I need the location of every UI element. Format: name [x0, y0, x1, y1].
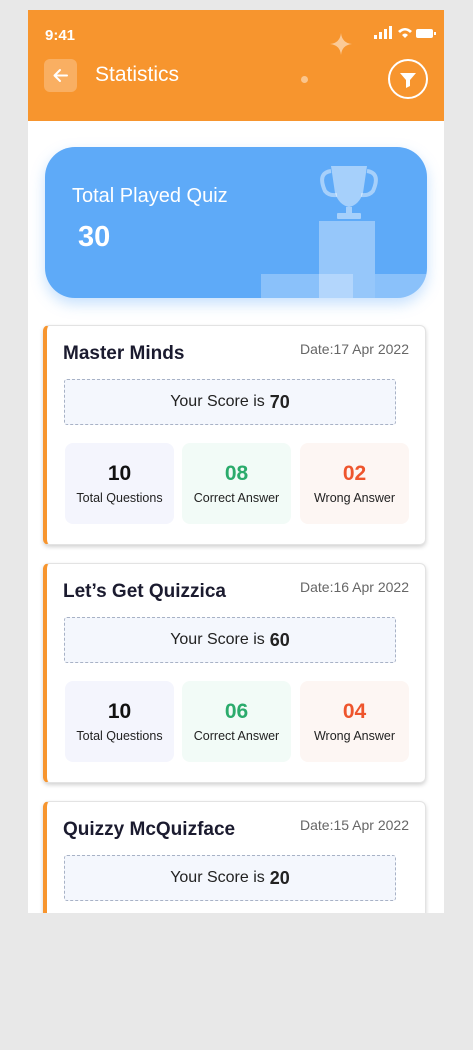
quiz-title: Quizzy McQuizface	[63, 819, 236, 840]
correct-answer-label: Correct Answer	[193, 729, 280, 743]
correct-answer-value: 08	[224, 462, 249, 485]
score-box: Your Score is 60	[64, 617, 396, 663]
correct-answer-label: Correct Answer	[193, 491, 280, 505]
quiz-card[interactable]: Quizzy McQuizface Date:15 Apr 2022 Your …	[43, 801, 426, 913]
status-time: 9:41	[45, 27, 76, 44]
page-title: Statistics	[95, 63, 180, 86]
back-button[interactable]	[44, 59, 77, 92]
status-icons	[374, 26, 436, 39]
sparkle-icon	[330, 33, 352, 55]
total-questions-label: Total Questions	[76, 729, 163, 743]
score-box: Your Score is 20	[64, 855, 396, 901]
correct-answer-stat: 06 Correct Answer	[182, 681, 291, 762]
total-questions-value: 10	[107, 462, 132, 485]
wrong-answer-stat: 02 Wrong Answer	[300, 443, 409, 524]
wrong-answer-value: 04	[342, 700, 367, 723]
total-played-label: Total Played Quiz	[72, 185, 228, 207]
total-played-card: Total Played Quiz 30	[45, 147, 427, 298]
wrong-answer-value: 02	[342, 462, 367, 485]
filter-icon	[400, 73, 416, 88]
total-questions-stat: 10 Total Questions	[65, 681, 174, 762]
score-value: 70	[269, 391, 290, 412]
score-box: Your Score is 70	[64, 379, 396, 425]
app-screen: 9:41 Statistics Total Played Quiz 30 Mas…	[28, 10, 444, 913]
trophy-podium-icon	[261, 166, 427, 298]
decorative-dot	[301, 76, 308, 83]
total-questions-value: 10	[107, 700, 132, 723]
total-played-value: 30	[78, 221, 111, 253]
quiz-card[interactable]: Let’s Get Quizzica Date:16 Apr 2022 Your…	[43, 563, 426, 783]
correct-answer-value: 06	[224, 700, 249, 723]
score-label: Your Score is	[170, 393, 265, 410]
score-value: 20	[269, 867, 290, 888]
wrong-answer-label: Wrong Answer	[313, 491, 396, 505]
total-questions-stat: 10 Total Questions	[65, 443, 174, 524]
quiz-date: Date:16 Apr 2022	[300, 579, 409, 595]
quiz-title: Let’s Get Quizzica	[63, 581, 226, 602]
filter-button[interactable]	[388, 59, 428, 99]
quiz-card[interactable]: Master Minds Date:17 Apr 2022 Your Score…	[43, 325, 426, 545]
quiz-date: Date:17 Apr 2022	[300, 341, 409, 357]
total-questions-label: Total Questions	[76, 491, 163, 505]
arrow-left-icon	[53, 69, 68, 82]
score-label: Your Score is	[170, 631, 265, 648]
wrong-answer-stat: 04 Wrong Answer	[300, 681, 409, 762]
score-value: 60	[269, 629, 290, 650]
header-bar: 9:41 Statistics	[28, 10, 444, 121]
correct-answer-stat: 08 Correct Answer	[182, 443, 291, 524]
wrong-answer-label: Wrong Answer	[313, 729, 396, 743]
quiz-title: Master Minds	[63, 343, 185, 364]
quiz-date: Date:15 Apr 2022	[300, 817, 409, 833]
score-label: Your Score is	[170, 869, 265, 886]
